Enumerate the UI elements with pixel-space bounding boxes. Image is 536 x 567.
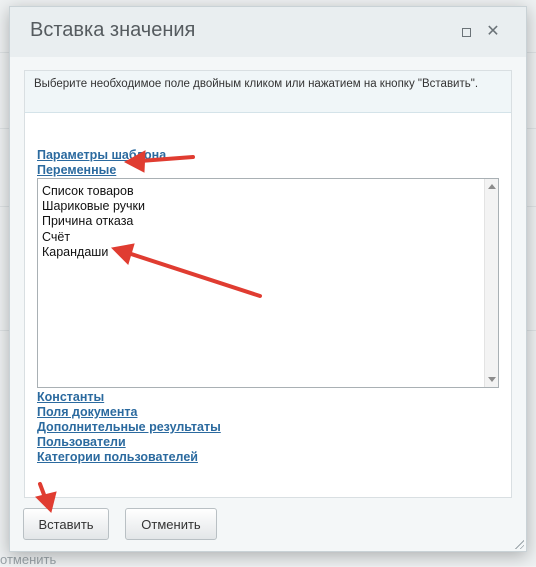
list-item[interactable]: Счёт — [42, 230, 70, 244]
close-icon[interactable]: ✕ — [484, 23, 502, 41]
list-item[interactable]: Шариковые ручки — [42, 199, 145, 213]
variables-listbox[interactable]: Список товаров Шариковые ручки Причина о… — [37, 178, 499, 388]
dialog-title: Вставка значения — [30, 19, 196, 41]
dialog-titlebar[interactable]: Вставка значения ✕ — [10, 7, 526, 57]
list-item[interactable]: Причина отказа — [42, 214, 133, 228]
group-user-categories-link[interactable]: Категории пользователей — [37, 450, 198, 464]
maximize-icon[interactable] — [457, 23, 475, 41]
group-document-fields-link[interactable]: Поля документа — [37, 405, 137, 419]
group-users-link[interactable]: Пользователи — [37, 435, 126, 449]
list-item[interactable]: Карандаши — [42, 245, 108, 259]
cancel-button[interactable]: Отменить — [125, 508, 217, 540]
group-constants-link[interactable]: Константы — [37, 390, 104, 404]
chevron-down-icon[interactable] — [488, 377, 496, 382]
group-extra-results-link[interactable]: Дополнительные результаты — [37, 420, 221, 434]
group-variables-link[interactable]: Переменные — [37, 163, 116, 177]
chevron-up-icon[interactable] — [488, 184, 496, 189]
insert-button[interactable]: Вставить — [23, 508, 109, 540]
insert-value-dialog: Вставка значения ✕ Выберите необходимое … — [9, 6, 527, 552]
resize-grip-icon[interactable] — [514, 539, 524, 549]
background-text: отменить — [0, 552, 57, 567]
listbox-scrollbar[interactable] — [484, 179, 498, 387]
dialog-content: Выберите необходимое поле двойным кликом… — [24, 70, 512, 498]
list-item[interactable]: Список товаров — [42, 184, 134, 198]
group-template-params-link[interactable]: Параметры шаблона — [37, 148, 166, 162]
hint-text: Выберите необходимое поле двойным кликом… — [25, 71, 511, 113]
